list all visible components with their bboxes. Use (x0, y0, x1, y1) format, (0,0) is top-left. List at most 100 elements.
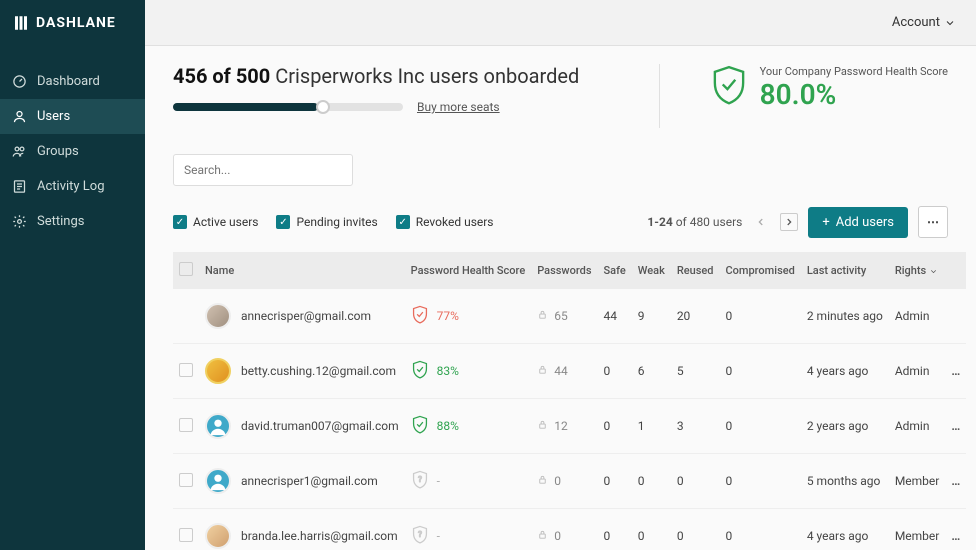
pager-range: 1-24 of 480 users (647, 215, 742, 229)
user-cell: betty.cushing.12@gmail.com (205, 358, 399, 384)
compromised-value: 0 (720, 289, 801, 344)
phs-value: 88% (437, 419, 459, 433)
buy-seats-link[interactable]: Buy more seats (417, 100, 500, 114)
lock-icon (537, 363, 548, 379)
password-health: ?- (411, 525, 526, 548)
brand-logo: DASHLANE (0, 0, 145, 46)
filter-label: Pending invites (296, 215, 377, 229)
user-email: betty.cushing.12@gmail.com (241, 364, 396, 378)
rights-value: Admin (889, 289, 946, 344)
filter-row: ✓ Active users ✓Pending invites ✓Revoked … (173, 206, 948, 238)
health-score: Your Company Password Health Score 80.0% (710, 64, 948, 112)
password-count: 12 (537, 418, 591, 434)
svg-text:?: ? (418, 475, 422, 484)
password-count: 0 (537, 473, 591, 489)
last-activity: 4 years ago (801, 509, 889, 550)
filter-pending-invites[interactable]: ✓Pending invites (276, 215, 377, 229)
row-checkbox[interactable] (179, 473, 193, 487)
sidebar-item-groups[interactable]: Groups (0, 134, 145, 169)
content: 456 of 500 Crisperworks Inc users onboar… (145, 46, 976, 550)
phs-value: 77% (437, 309, 459, 323)
row-checkbox[interactable] (179, 418, 193, 432)
compromised-value: 0 (720, 509, 801, 550)
col-reused[interactable]: Reused (671, 252, 720, 289)
reused-value: 20 (671, 289, 720, 344)
password-health: 88% (411, 415, 526, 438)
pw-value: 12 (554, 419, 568, 433)
safe-value: 0 (597, 399, 631, 454)
progress-knob[interactable] (316, 100, 330, 114)
onboarding-title: 456 of 500 Crisperworks Inc users onboar… (173, 64, 609, 88)
user-email: branda.lee.harris@gmail.com (241, 529, 398, 543)
password-count: 44 (537, 363, 591, 379)
table-row[interactable]: annecrisper@gmail.com77%654492002 minute… (173, 289, 966, 344)
col-comp[interactable]: Compromised (720, 252, 801, 289)
pw-value: 0 (554, 474, 561, 488)
col-last[interactable]: Last activity (801, 252, 889, 289)
password-count: 0 (537, 528, 591, 544)
table-row[interactable]: annecrisper1@gmail.com?-000005 months ag… (173, 454, 966, 509)
row-actions-button[interactable]: … (945, 509, 966, 550)
col-safe[interactable]: Safe (597, 252, 631, 289)
sidebar-item-label: Dashboard (37, 74, 100, 89)
users-table: Name Password Health Score Passwords Saf… (173, 252, 966, 550)
sidebar-item-activity-log[interactable]: Activity Log (0, 169, 145, 204)
more-actions-button[interactable]: ⋯ (918, 206, 948, 238)
table-row[interactable]: betty.cushing.12@gmail.com83%4406504 yea… (173, 344, 966, 399)
onboarding-summary: 456 of 500 Crisperworks Inc users onboar… (173, 64, 609, 114)
row-actions-button[interactable]: … (945, 454, 966, 509)
gauge-icon (12, 74, 27, 89)
password-count: 65 (537, 308, 591, 324)
score-value: 80.0% (760, 78, 948, 111)
sidebar-item-label: Settings (37, 214, 84, 229)
add-users-label: Add users (836, 215, 894, 230)
table-row[interactable]: david.truman007@gmail.com88%1201302 year… (173, 399, 966, 454)
next-page-button[interactable] (780, 213, 798, 231)
pager: 1-24 of 480 users +Add users ⋯ (647, 206, 948, 238)
col-rights[interactable]: Rights (889, 252, 946, 289)
row-actions-button[interactable]: … (945, 344, 966, 399)
shield-icon (411, 415, 429, 438)
sidebar-item-dashboard[interactable]: Dashboard (0, 64, 145, 99)
avatar (205, 523, 231, 549)
col-weak[interactable]: Weak (632, 252, 671, 289)
safe-value: 44 (597, 289, 631, 344)
col-phs[interactable]: Password Health Score (405, 252, 532, 289)
add-users-button[interactable]: +Add users (808, 207, 908, 238)
weak-value: 6 (632, 344, 671, 399)
table-row[interactable]: branda.lee.harris@gmail.com?-000004 year… (173, 509, 966, 550)
safe-value: 0 (597, 344, 631, 399)
avatar (205, 468, 231, 494)
checkbox-icon: ✓ (173, 215, 187, 229)
user-email: annecrisper1@gmail.com (241, 474, 378, 488)
filter-active-users[interactable]: ✓ Active users (173, 215, 258, 229)
account-menu[interactable]: Account (892, 15, 956, 30)
score-label: Your Company Password Health Score (760, 65, 948, 78)
search-input[interactable] (173, 154, 353, 186)
filter-label: Active users (193, 215, 258, 229)
col-pw[interactable]: Passwords (531, 252, 597, 289)
row-checkbox[interactable] (179, 528, 193, 542)
row-checkbox[interactable] (179, 363, 193, 377)
row-actions-button[interactable]: … (945, 399, 966, 454)
sidebar-item-users[interactable]: Users (0, 99, 145, 134)
onboarding-progress (173, 103, 403, 111)
dashlane-logo-icon (12, 14, 30, 32)
password-health: 77% (411, 305, 526, 328)
brand-text: DASHLANE (36, 15, 116, 31)
log-icon (12, 179, 27, 194)
row-actions-button[interactable] (945, 289, 966, 344)
shield-icon (411, 305, 429, 328)
pw-value: 44 (554, 364, 568, 378)
sidebar-item-settings[interactable]: Settings (0, 204, 145, 239)
password-health: ?- (411, 470, 526, 493)
prev-page-button[interactable] (752, 213, 770, 231)
lock-icon (537, 528, 548, 544)
compromised-value: 0 (720, 344, 801, 399)
filter-label: Revoked users (416, 215, 494, 229)
reused-value: 5 (671, 344, 720, 399)
select-all-checkbox[interactable] (179, 262, 193, 276)
filter-revoked-users[interactable]: ✓Revoked users (396, 215, 494, 229)
compromised-value: 0 (720, 399, 801, 454)
col-name[interactable]: Name (199, 252, 405, 289)
